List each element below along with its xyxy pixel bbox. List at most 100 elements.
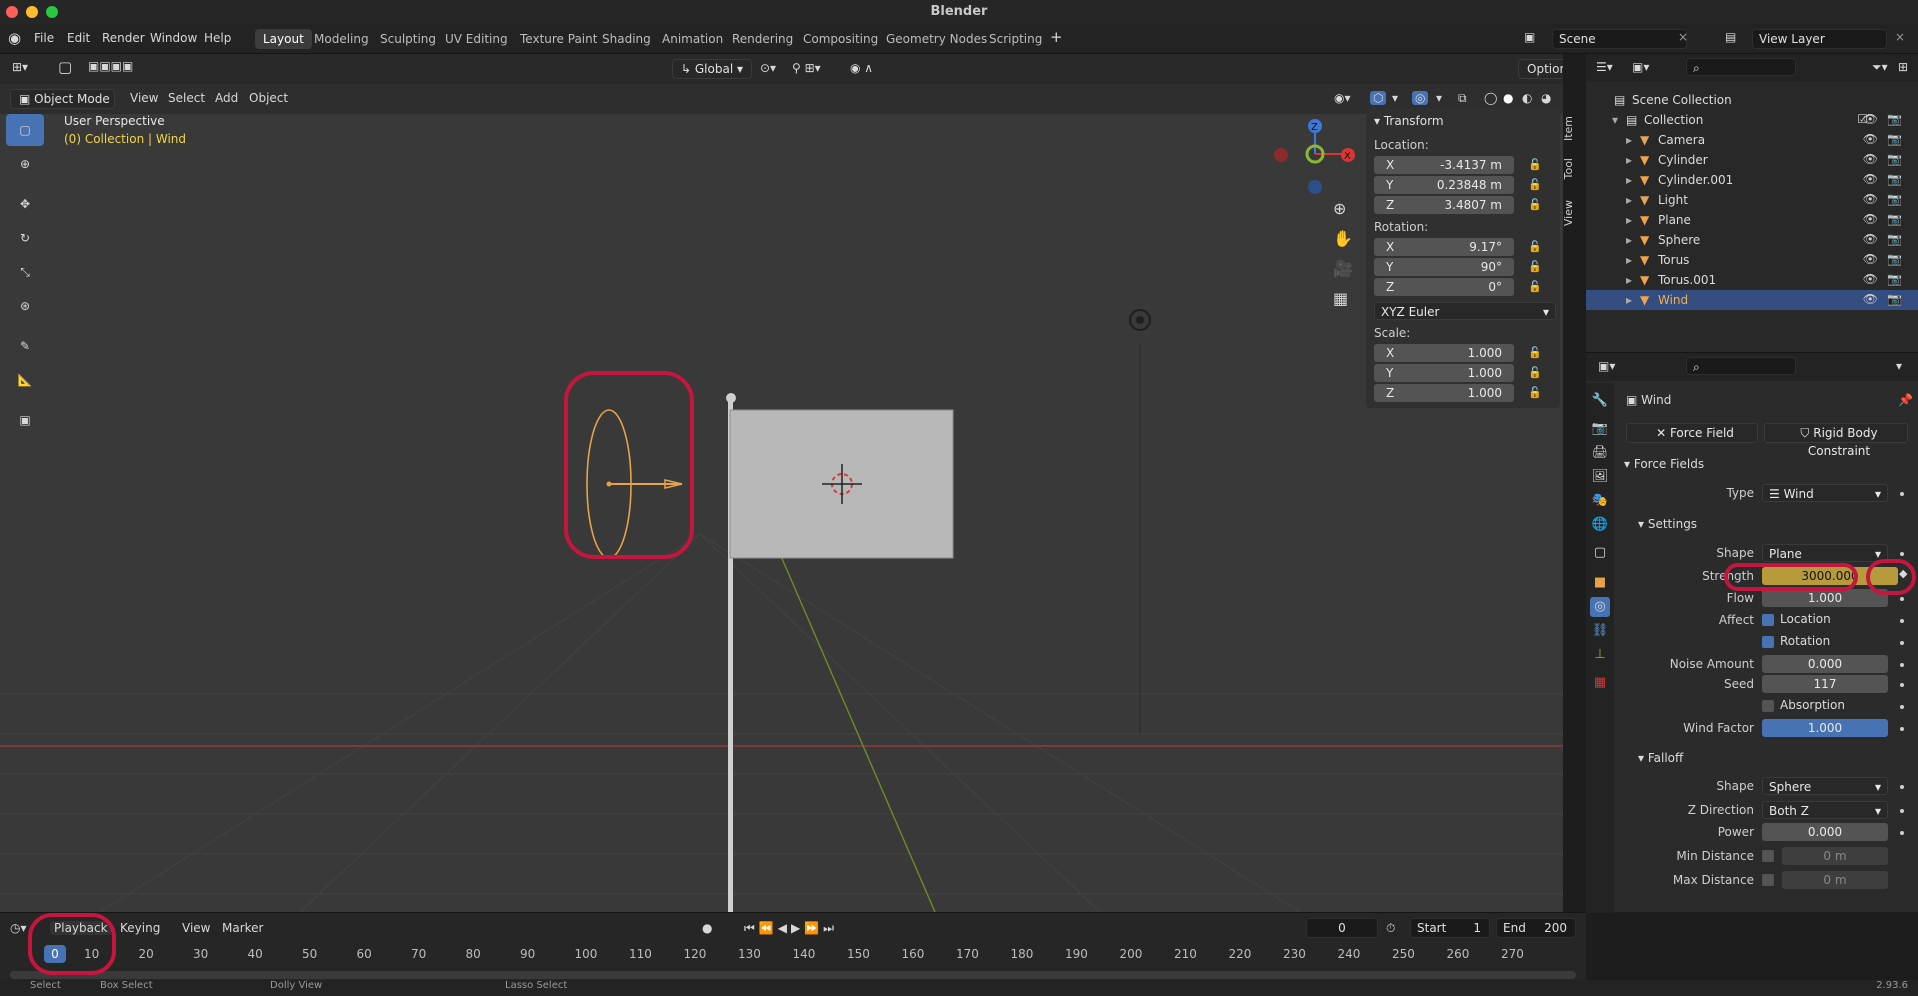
scene-selector[interactable]: Scene xyxy=(1552,29,1687,49)
lock-rotation-x-icon[interactable]: 🔓 xyxy=(1528,240,1542,253)
eye-icon[interactable]: 👁 xyxy=(1863,172,1878,186)
tab-layout[interactable]: Layout xyxy=(255,29,312,49)
overlay-toggle-icon[interactable]: ◎ xyxy=(1412,91,1429,105)
wind-factor-keyframe-dot[interactable] xyxy=(1900,727,1904,731)
tab-sculpting[interactable]: Sculpting xyxy=(372,29,444,49)
expand-icon[interactable]: ▸ xyxy=(1626,253,1632,267)
texture-tab-icon[interactable]: ▦ xyxy=(1590,673,1610,693)
viewport-menu-select[interactable]: Select xyxy=(168,91,205,105)
lock-scale-x-icon[interactable]: 🔓 xyxy=(1528,346,1542,359)
camera-render-icon[interactable]: 📷 xyxy=(1887,172,1902,186)
timeline-ruler[interactable]: 10 20 30 40 50 60 70 80 90 100 110 120 130 140 150 160 1… xyxy=(0,943,1586,965)
outliner-scene-collection[interactable]: ▤ Scene Collection xyxy=(1586,90,1918,110)
tool-tab-icon[interactable]: 🔧 xyxy=(1590,391,1610,411)
view-layer-tab-icon[interactable]: 🖼 xyxy=(1590,467,1610,487)
auto-keying-icon[interactable]: ● xyxy=(702,921,712,935)
outliner-item[interactable]: ▸ ▼ Camera 👁 📷 xyxy=(1586,130,1918,150)
expand-icon[interactable]: ▸ xyxy=(1626,173,1632,187)
transform-orientation-dropdown[interactable]: ↳ Global ▾ xyxy=(672,59,752,79)
z-direction-dropdown[interactable]: Both Z ▾ xyxy=(1762,801,1888,819)
physics-tab-icon[interactable]: ◎ xyxy=(1590,597,1610,617)
snap-icon[interactable]: ⚲ ⊞▾ xyxy=(792,61,821,75)
eye-icon[interactable]: 👁 xyxy=(1863,152,1878,166)
power-keyframe-dot[interactable] xyxy=(1900,831,1904,835)
rotation-mode-dropdown[interactable]: XYZ Euler ▾ xyxy=(1374,302,1556,320)
outliner-collection[interactable]: ▾ ▤ Collection ☑ 👁 📷 xyxy=(1586,110,1918,130)
outliner-item[interactable]: ▸ ▼ Light 👁 📷 xyxy=(1586,190,1918,210)
transform-header[interactable]: ▾ Transform xyxy=(1374,114,1444,128)
lock-rotation-y-icon[interactable]: 🔓 xyxy=(1528,260,1542,273)
tab-texture-paint[interactable]: Texture Paint xyxy=(512,29,605,49)
end-frame-field[interactable]: End 200 xyxy=(1496,918,1576,938)
sidebar-tab-view[interactable]: View xyxy=(1562,200,1578,226)
overlay-dropdown-icon[interactable]: ▾ xyxy=(1436,91,1442,105)
affect-location-checkbox[interactable] xyxy=(1762,614,1774,626)
location-x-field[interactable]: X -3.4137 m xyxy=(1374,156,1514,174)
material-shading-icon[interactable]: ◐ xyxy=(1522,91,1532,105)
outliner-item[interactable]: ▸ ▼ Plane 👁 📷 xyxy=(1586,210,1918,230)
outliner-filter-icon[interactable]: ⏷▾ xyxy=(1872,60,1888,75)
new-collection-icon[interactable]: ⊞ xyxy=(1898,60,1908,74)
timeline-editor-type-icon[interactable]: ◷▾ xyxy=(10,921,27,935)
viewport-menu-object[interactable]: Object xyxy=(249,91,288,105)
preview-range-icon[interactable]: ⏱ xyxy=(1386,921,1395,936)
eye-icon[interactable]: 👁 xyxy=(1863,252,1878,266)
gizmo-toggle-icon[interactable]: ⬡ xyxy=(1370,91,1387,105)
scale-z-field[interactable]: Z 1.000 xyxy=(1374,384,1514,402)
rotation-y-field[interactable]: Y 90° xyxy=(1374,258,1514,276)
camera-render-icon[interactable]: 📷 xyxy=(1887,232,1902,246)
start-frame-field[interactable]: Start 1 xyxy=(1410,918,1490,938)
menu-window[interactable]: Window xyxy=(150,31,197,45)
collection-tab-icon[interactable]: ▢ xyxy=(1590,543,1610,563)
xray-icon[interactable]: ⧉ xyxy=(1458,91,1467,106)
shape-dropdown[interactable]: Plane ▾ xyxy=(1762,544,1888,562)
measure-tool-icon[interactable]: 📐 xyxy=(6,364,44,396)
menu-help[interactable]: Help xyxy=(204,31,231,45)
tab-shading[interactable]: Shading xyxy=(594,29,659,49)
expand-icon[interactable]: ▸ xyxy=(1626,273,1632,287)
noise-amount-keyframe-dot[interactable] xyxy=(1900,663,1904,667)
viewport-menu-view[interactable]: View xyxy=(130,91,158,105)
seed-keyframe-dot[interactable] xyxy=(1900,683,1904,687)
render-tab-icon[interactable]: 📷 xyxy=(1590,419,1610,439)
scale-y-field[interactable]: Y 1.000 xyxy=(1374,364,1514,382)
solid-shading-icon[interactable]: ● xyxy=(1503,91,1513,105)
outliner-editor-type-icon[interactable]: ☰▾ xyxy=(1596,60,1613,74)
falloff-shape-dropdown[interactable]: Sphere ▾ xyxy=(1762,777,1888,795)
select-box-tool-icon[interactable]: ▢ xyxy=(6,114,44,146)
scale-tool-icon[interactable]: ⤡ xyxy=(6,256,44,288)
flow-field[interactable]: 1.000 xyxy=(1762,589,1888,607)
tab-uv-editing[interactable]: UV Editing xyxy=(437,29,516,49)
blender-logo-icon[interactable]: ◉ xyxy=(8,29,21,47)
affect-rotation-keyframe-dot[interactable] xyxy=(1900,641,1904,645)
constraints-tab-icon[interactable]: ⛓ xyxy=(1590,621,1610,641)
ortho-toggle-icon[interactable]: ▦ xyxy=(1333,289,1348,308)
navigation-gizmo[interactable]: Z X xyxy=(1265,114,1365,214)
world-tab-icon[interactable]: 🌐 xyxy=(1590,515,1610,535)
lock-location-z-icon[interactable]: 🔓 xyxy=(1528,198,1542,211)
tab-compositing[interactable]: Compositing xyxy=(795,29,886,49)
object-tab-icon[interactable]: ■ xyxy=(1590,573,1610,593)
selection-mode-icons[interactable]: ▣▣▣▣ xyxy=(88,59,133,73)
min-distance-checkbox[interactable] xyxy=(1762,850,1774,862)
force-field-button[interactable]: ✕ Force Field xyxy=(1626,423,1758,443)
expand-icon[interactable]: ▸ xyxy=(1626,293,1632,307)
falloff-subpanel-header[interactable]: ▾ Falloff xyxy=(1638,751,1683,765)
editor-type-icon[interactable]: ⊞▾ xyxy=(12,60,28,74)
outliner-item[interactable]: ▸ ▼ Sphere 👁 📷 xyxy=(1586,230,1918,250)
tab-geometry-nodes[interactable]: Geometry Nodes xyxy=(878,29,995,49)
flow-keyframe-dot[interactable] xyxy=(1900,597,1904,601)
outliner-item[interactable]: ▸ ▼ Torus.001 👁 📷 xyxy=(1586,270,1918,290)
lock-location-y-icon[interactable]: 🔓 xyxy=(1528,178,1542,191)
camera-render-icon[interactable]: 📷 xyxy=(1887,192,1902,206)
tab-modeling[interactable]: Modeling xyxy=(306,29,377,49)
timeline-menu-keying[interactable]: Keying xyxy=(120,921,160,935)
pan-hand-icon[interactable]: ✋ xyxy=(1333,229,1353,248)
pin-icon[interactable]: 📌 xyxy=(1898,393,1913,407)
camera-render-icon[interactable]: 📷 xyxy=(1887,132,1902,146)
expand-icon[interactable]: ▸ xyxy=(1626,213,1632,227)
power-field[interactable]: 0.000 xyxy=(1762,823,1888,841)
sidebar-tab-tool[interactable]: Tool xyxy=(1562,158,1578,179)
scene-icon[interactable]: ▣ xyxy=(1524,30,1535,44)
eye-icon[interactable]: 👁 xyxy=(1863,132,1878,146)
